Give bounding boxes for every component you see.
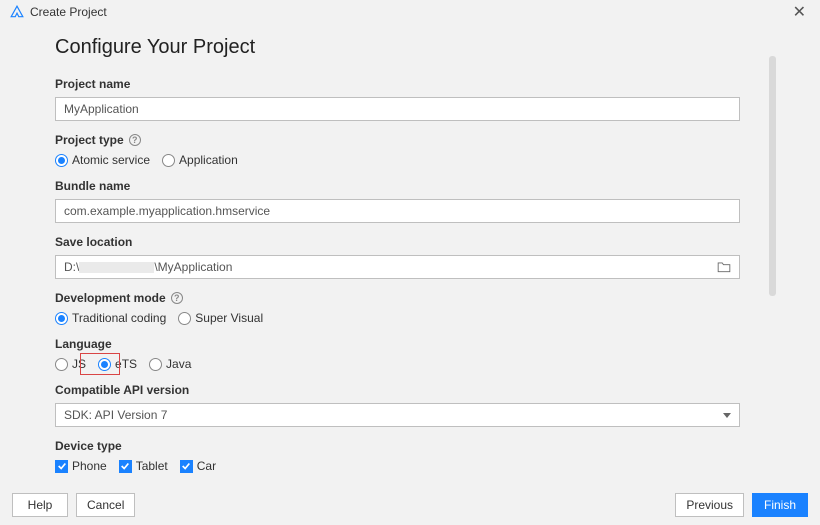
help-button[interactable]: Help	[12, 493, 68, 517]
project-name-label: Project name	[55, 77, 765, 91]
radio-icon	[162, 154, 175, 167]
api-version-label: Compatible API version	[55, 383, 765, 397]
development-mode-label: Development mode ?	[55, 291, 765, 305]
scrollbar[interactable]	[769, 56, 776, 456]
radio-icon	[178, 312, 191, 325]
radio-icon	[55, 358, 68, 371]
dev-mode-supervisual[interactable]: Super Visual	[178, 311, 263, 325]
radio-icon	[98, 358, 111, 371]
api-version-select[interactable]: SDK: API Version 7	[55, 403, 740, 427]
language-label: Language	[55, 337, 765, 351]
dev-mode-traditional[interactable]: Traditional coding	[55, 311, 166, 325]
footer-right: Previous Finish	[675, 493, 808, 517]
help-icon[interactable]: ?	[129, 134, 141, 146]
language-java[interactable]: Java	[149, 357, 191, 371]
development-mode-row: Traditional coding Super Visual	[55, 311, 765, 325]
bundle-name-value: com.example.myapplication.hmservice	[64, 204, 270, 218]
footer: Help Cancel Previous Finish	[0, 485, 820, 525]
language-js[interactable]: JS	[55, 357, 86, 371]
footer-left: Help Cancel	[12, 493, 135, 517]
device-type-row: Phone Tablet Car	[55, 459, 765, 473]
radio-icon	[149, 358, 162, 371]
radio-icon	[55, 312, 68, 325]
help-icon[interactable]: ?	[171, 292, 183, 304]
checkbox-icon	[119, 460, 132, 473]
previous-button[interactable]: Previous	[675, 493, 744, 517]
scrollbar-thumb[interactable]	[769, 56, 776, 296]
save-location-label: Save location	[55, 235, 765, 249]
chevron-down-icon	[723, 413, 731, 418]
device-car[interactable]: Car	[180, 459, 216, 473]
api-version-value: SDK: API Version 7	[64, 408, 167, 422]
project-name-input[interactable]: MyApplication	[55, 97, 740, 121]
window-title: Create Project	[30, 5, 107, 19]
radio-icon	[55, 154, 68, 167]
titlebar: Create Project ✕	[0, 0, 820, 24]
project-type-application[interactable]: Application	[162, 153, 238, 167]
save-location-value: D:\\MyApplication	[64, 260, 232, 274]
bundle-name-input[interactable]: com.example.myapplication.hmservice	[55, 199, 740, 223]
folder-icon[interactable]	[717, 261, 731, 273]
finish-button[interactable]: Finish	[752, 493, 808, 517]
redacted-path	[79, 262, 154, 273]
project-name-value: MyApplication	[64, 102, 139, 116]
project-type-label: Project type ?	[55, 133, 765, 147]
page-title: Configure Your Project	[55, 36, 765, 59]
bundle-name-label: Bundle name	[55, 179, 765, 193]
cancel-button[interactable]: Cancel	[76, 493, 135, 517]
save-location-input[interactable]: D:\\MyApplication	[55, 255, 740, 279]
language-ets[interactable]: eTS	[98, 357, 137, 371]
language-row: JS eTS Java	[55, 357, 765, 371]
device-type-label: Device type	[55, 439, 765, 453]
close-icon[interactable]: ✕	[789, 2, 810, 22]
device-phone[interactable]: Phone	[55, 459, 107, 473]
device-tablet[interactable]: Tablet	[119, 459, 168, 473]
app-logo-icon	[10, 5, 24, 19]
content-area: Configure Your Project Project name MyAp…	[0, 24, 820, 473]
checkbox-icon	[180, 460, 193, 473]
titlebar-left: Create Project	[10, 5, 107, 19]
project-type-atomic[interactable]: Atomic service	[55, 153, 150, 167]
project-type-row: Atomic service Application	[55, 153, 765, 167]
checkbox-icon	[55, 460, 68, 473]
